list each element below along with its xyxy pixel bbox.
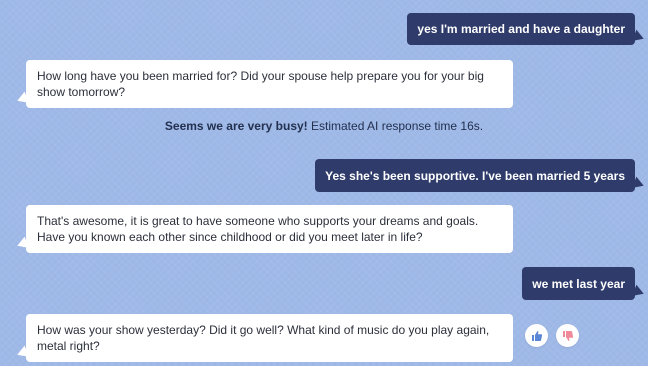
bubble-tail [632,284,646,300]
bubble-tail [15,236,29,252]
bubble-tail [15,91,29,107]
bot-message: How long have you been married for? Did … [15,60,513,108]
bot-message-text: That's awesome, it is great to have some… [37,214,479,244]
chat-transcript: yes I'm married and have a daughter How … [0,0,648,366]
status-text: Estimated AI response time 16s. [307,119,484,133]
user-message-text: we met last year [532,276,625,291]
message-feedback [525,324,579,347]
thumbs-up-button[interactable] [525,324,548,347]
bubble-tail [15,345,29,361]
user-message: Yes she's been supportive. I've been mar… [315,159,646,192]
user-message-text: Yes she's been supportive. I've been mar… [325,168,625,183]
user-message-text: yes I'm married and have a daughter [417,22,625,36]
bot-message: That's awesome, it is great to have some… [15,205,513,253]
bot-message-text: How long have you been married for? Did … [37,69,484,99]
status-notice: Seems we are very busy! Estimated AI res… [0,119,648,133]
user-message: we met last year [522,267,646,300]
user-message: yes I'm married and have a daughter [407,13,646,45]
bot-message-text: How was your show yesterday? Did it go w… [37,323,490,353]
bubble-tail [632,29,646,45]
thumbs-up-icon [531,330,542,341]
status-strong-text: Seems we are very busy! [164,119,308,133]
bubble-tail [632,176,646,192]
thumbs-down-icon [562,330,573,341]
bot-message: How was your show yesterday? Did it go w… [15,314,513,362]
thumbs-down-button[interactable] [556,324,579,347]
